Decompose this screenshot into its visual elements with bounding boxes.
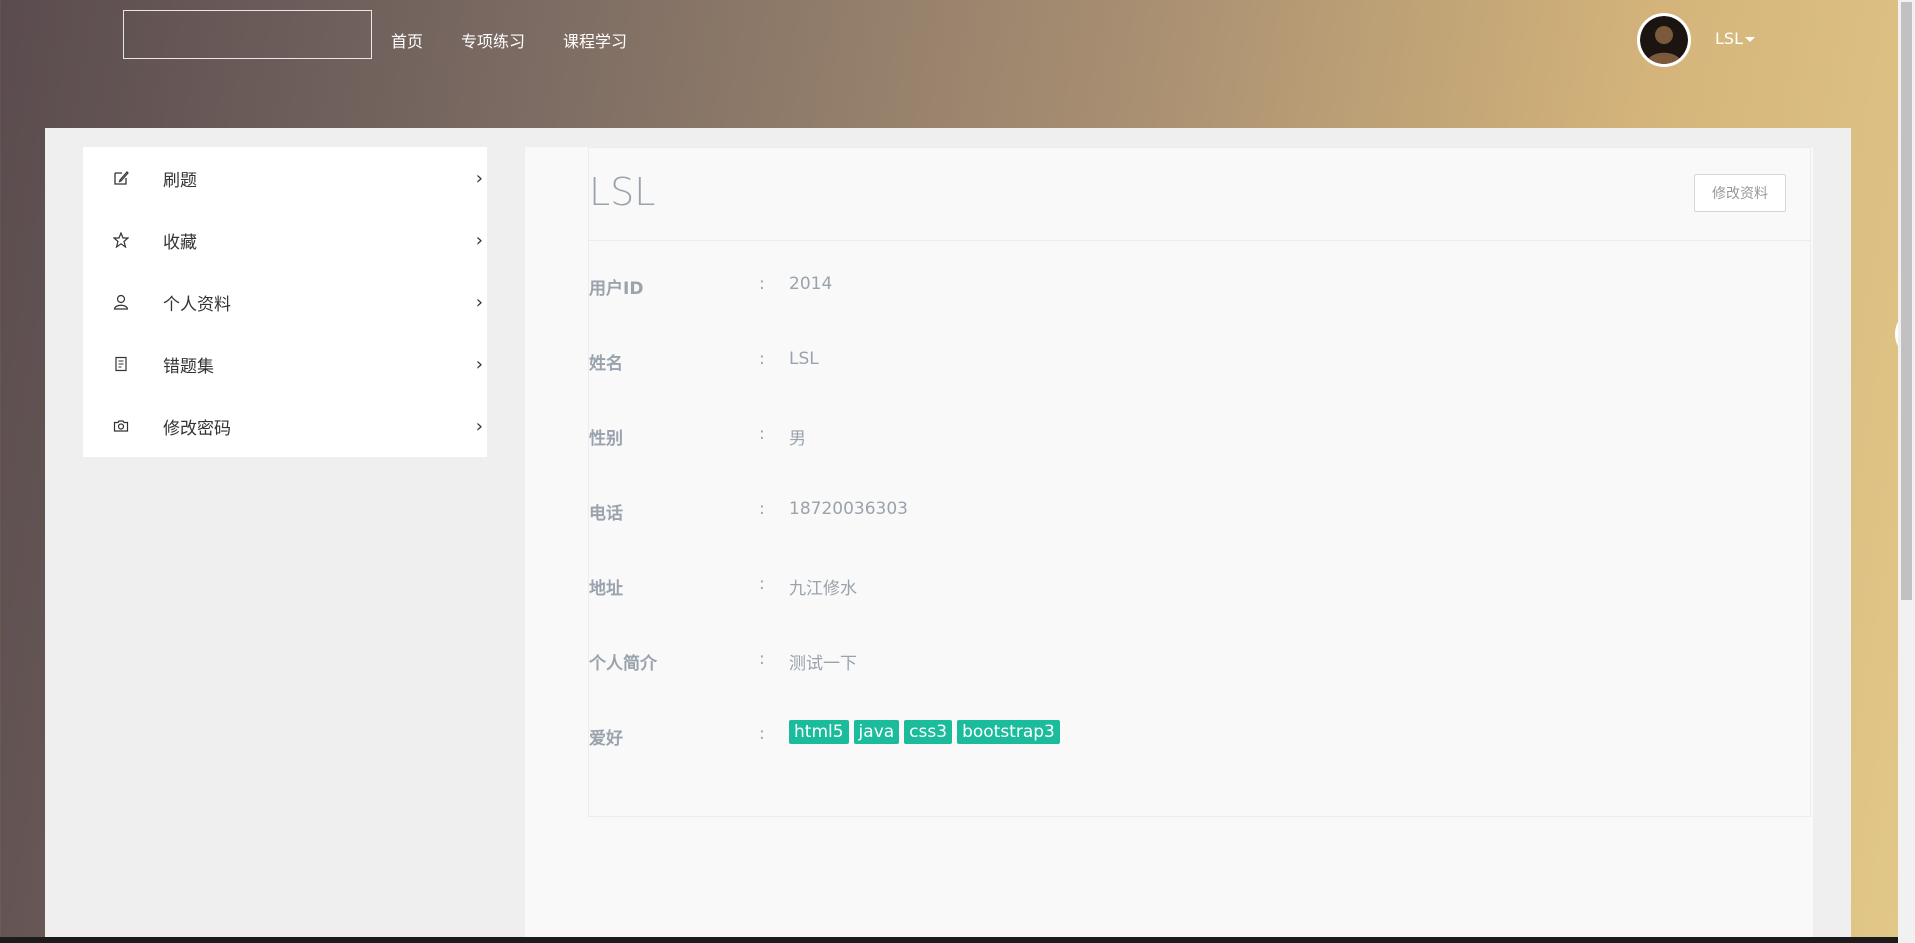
main-nav: 首页 专项练习 课程学习 xyxy=(391,28,627,52)
field-separator: : xyxy=(759,649,765,669)
sidebar-item-practice[interactable]: 刷题 › xyxy=(83,147,487,209)
edit-profile-button[interactable]: 修改资料 xyxy=(1694,174,1786,212)
hobby-tag: java xyxy=(853,720,900,744)
chevron-right-icon: › xyxy=(475,353,483,375)
edit-icon xyxy=(114,171,129,185)
profile-header: LSL 修改资料 xyxy=(589,148,1810,241)
hobby-tag: html5 xyxy=(789,720,849,744)
field-label: 用户ID xyxy=(589,279,644,299)
field-value: 九江修水 xyxy=(789,579,857,599)
nav-home-link[interactable]: 首页 xyxy=(391,28,423,52)
hobby-tag: css3 xyxy=(904,720,953,744)
main-content: LSL 修改资料 用户ID : 2014 姓名 : LSL 性别 : 男 电话 … xyxy=(525,147,1813,943)
camera-icon xyxy=(113,420,129,432)
profile-title: LSL xyxy=(589,170,656,214)
field-label: 爱好 xyxy=(589,729,623,749)
page-scrollbar[interactable] xyxy=(1898,0,1915,943)
user-icon xyxy=(113,294,129,310)
chevron-right-icon: › xyxy=(475,415,483,437)
top-navbar: 首页 专项练习 课程学习 LSL xyxy=(0,0,1898,128)
chevron-right-icon: › xyxy=(475,167,483,189)
field-value: 18720036303 xyxy=(789,499,908,519)
field-label: 姓名 xyxy=(589,354,623,374)
sidebar-item-label: 个人资料 xyxy=(163,294,231,315)
nav-practice-link[interactable]: 专项练习 xyxy=(461,28,525,52)
sidebar-item-profile[interactable]: 个人资料 › xyxy=(83,271,487,333)
field-label: 个人简介 xyxy=(589,654,657,674)
field-value: LSL xyxy=(789,349,819,369)
caret-down-icon xyxy=(1744,37,1755,42)
field-separator: : xyxy=(759,574,765,594)
hobby-tag: bootstrap3 xyxy=(957,720,1060,744)
sidebar: 刷题 › 收藏 › 个人资料 › 错题集 › 修改密码 › xyxy=(83,147,487,457)
field-label: 地址 xyxy=(589,579,623,599)
scrollbar-thumb[interactable] xyxy=(1901,2,1912,600)
chevron-right-icon: › xyxy=(475,229,483,251)
document-icon xyxy=(115,356,127,372)
field-separator: : xyxy=(759,349,765,369)
user-silhouette-icon xyxy=(1646,26,1682,64)
sidebar-item-favorites[interactable]: 收藏 › xyxy=(83,209,487,271)
logo-placeholder[interactable] xyxy=(123,10,372,59)
profile-card: LSL 修改资料 用户ID : 2014 姓名 : LSL 性别 : 男 电话 … xyxy=(588,147,1811,817)
hobby-tags: html5 java css3 bootstrap3 xyxy=(789,720,1065,748)
sidebar-item-label: 修改密码 xyxy=(163,418,231,439)
sidebar-item-change-password[interactable]: 修改密码 › xyxy=(83,395,487,457)
sidebar-item-label: 错题集 xyxy=(163,356,214,377)
user-name: LSL xyxy=(1715,29,1743,48)
field-label: 性别 xyxy=(589,429,623,449)
nav-course-link[interactable]: 课程学习 xyxy=(563,28,627,52)
field-value: 男 xyxy=(789,429,806,449)
user-dropdown[interactable]: LSL xyxy=(1715,29,1755,48)
field-separator: : xyxy=(759,724,765,744)
chevron-right-icon: › xyxy=(475,291,483,313)
field-value: 测试一下 xyxy=(789,654,857,674)
avatar[interactable] xyxy=(1637,13,1691,67)
sidebar-item-label: 刷题 xyxy=(163,170,197,191)
field-separator: : xyxy=(759,424,765,444)
sidebar-item-wrong-questions[interactable]: 错题集 › xyxy=(83,333,487,395)
field-separator: : xyxy=(759,274,765,294)
field-separator: : xyxy=(759,499,765,519)
field-label: 电话 xyxy=(589,504,623,524)
sidebar-item-label: 收藏 xyxy=(163,232,197,253)
bottom-edge-bar xyxy=(0,937,1898,943)
star-icon xyxy=(113,232,129,248)
field-value: 2014 xyxy=(789,274,833,294)
page-container: 刷题 › 收藏 › 个人资料 › 错题集 › 修改密码 › LSL 修改资料 用… xyxy=(45,128,1851,943)
